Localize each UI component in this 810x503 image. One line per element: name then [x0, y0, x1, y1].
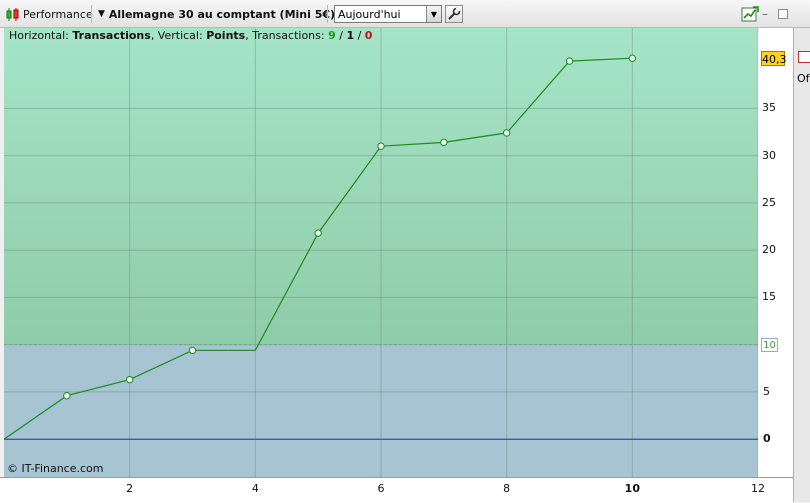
settings-button[interactable]	[445, 5, 463, 23]
adjacent-window-edge: Of	[793, 28, 810, 502]
y-tick-label: 25	[762, 195, 776, 209]
legend-count-total: 9	[328, 29, 336, 42]
chart-export-button[interactable]	[741, 5, 759, 23]
trade-point	[63, 392, 71, 400]
legend-transactions-prefix: , Transactions:	[245, 29, 329, 42]
minimize-icon: –	[762, 7, 768, 21]
y-tick-label: 20	[762, 243, 776, 257]
toolbar-separator	[327, 5, 328, 23]
y-tick-label: 5	[763, 384, 770, 398]
adjacent-window-label: Of	[797, 72, 810, 85]
chart-export-icon	[741, 6, 759, 22]
legend-horizontal-value: Transactions	[72, 29, 151, 42]
trade-point	[314, 229, 322, 237]
x-tick-label: 10	[624, 482, 640, 495]
chart-plot-area[interactable]	[3, 28, 759, 477]
y-tick-label: 0	[763, 432, 771, 446]
y-axis-panel[interactable]: 0 5 15 20 25 30 35 40,3 10	[758, 28, 793, 477]
toolbar-separator	[91, 5, 92, 23]
adjacent-window-icon	[798, 51, 810, 63]
legend-horizontal-prefix: Horizontal:	[9, 29, 73, 42]
x-tick-label: 6	[377, 482, 385, 495]
trade-point	[125, 375, 134, 384]
trade-point	[440, 138, 448, 147]
legend-vertical-prefix: , Vertical:	[150, 29, 207, 42]
legend-sep: /	[335, 29, 347, 42]
performance-chart	[3, 28, 759, 477]
x-tick-label: 2	[126, 482, 134, 495]
period-select[interactable]: Aujourd'hui ▼	[334, 5, 442, 23]
performance-label: Performance	[23, 7, 93, 21]
legend-count-neutral: 1	[346, 29, 355, 42]
x-tick-label: 12	[751, 482, 765, 495]
minimize-button[interactable]: –	[762, 0, 768, 28]
trade-point	[565, 57, 574, 65]
wrench-icon	[448, 7, 461, 20]
chart-legend: Horizontal: Transactions, Vertical: Poin…	[9, 29, 372, 42]
threshold-badge: 10	[761, 337, 778, 352]
trade-point	[188, 346, 197, 355]
trade-point	[502, 129, 511, 137]
maximize-button[interactable]	[778, 9, 788, 19]
legend-vertical-value: Points	[206, 29, 246, 42]
x-tick-label: 4	[251, 482, 259, 495]
instrument-selector[interactable]: ▼ Allemagne 30 au comptant (Mini 5€) (-)	[98, 0, 354, 28]
y-tick-label: 15	[762, 290, 776, 304]
copyright-credit: © IT-Finance.com	[7, 462, 104, 475]
period-value: Aujourd'hui	[338, 7, 401, 21]
legend-count-loss: 0	[364, 29, 373, 42]
trade-point	[377, 142, 385, 150]
x-axis-panel[interactable]: 2 4 6 8 10 12	[0, 477, 793, 503]
caret-down-icon: ▼	[98, 9, 105, 19]
y-tick-label: 30	[762, 148, 776, 162]
y-tick-label: 35	[762, 101, 776, 115]
x-tick-label: 8	[503, 482, 511, 495]
toolbar: Performance ▼ Allemagne 30 au comptant (…	[0, 0, 810, 28]
trade-point	[628, 54, 637, 62]
performance-indicator-button[interactable]: Performance	[5, 0, 93, 28]
candlestick-icon	[5, 7, 20, 22]
legend-sep: /	[354, 29, 365, 42]
chevron-down-icon: ▼	[426, 6, 441, 22]
last-value-badge: 40,3	[761, 51, 787, 67]
instrument-label: Allemagne 30 au comptant (Mini 5€) (-)	[108, 7, 354, 21]
